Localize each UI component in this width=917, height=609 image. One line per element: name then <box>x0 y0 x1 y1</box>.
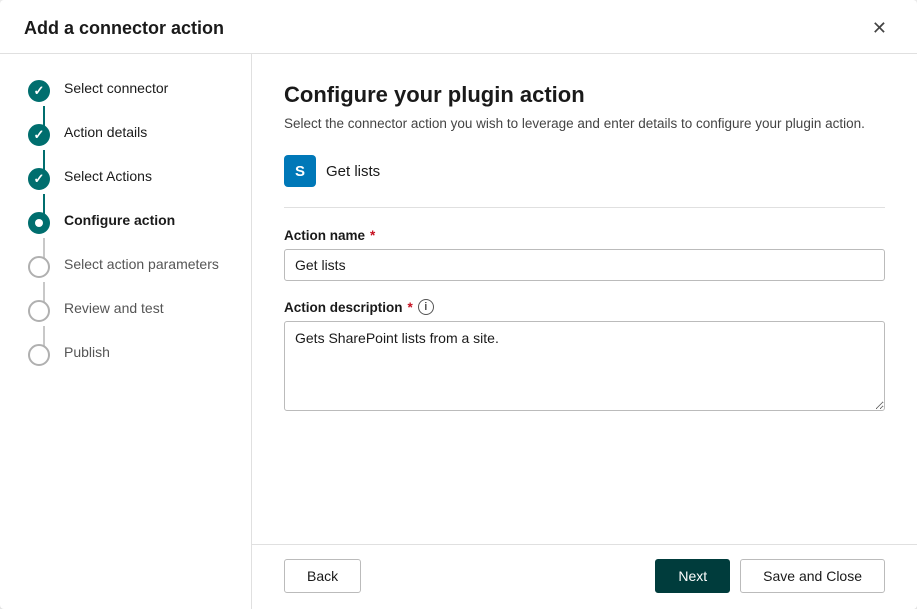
step-label-1: Select connector <box>64 78 168 96</box>
sidebar-item-action-details[interactable]: ✓ Action details <box>0 122 251 166</box>
sidebar-item-select-connector[interactable]: ✓ Select connector <box>0 78 251 122</box>
action-name-group: Action name * <box>284 228 885 281</box>
dialog-header: Add a connector action ✕ <box>0 0 917 54</box>
back-button[interactable]: Back <box>284 559 361 593</box>
sidebar-item-review-and-test[interactable]: Review and test <box>0 298 251 342</box>
divider <box>284 207 885 208</box>
main-content: Configure your plugin action Select the … <box>252 54 917 609</box>
dialog-footer: Back Next Save and Close <box>252 544 917 609</box>
sidebar-item-configure-action[interactable]: Configure action <box>0 210 251 254</box>
step-circle-2: ✓ <box>28 124 50 146</box>
step-circle-5 <box>28 256 50 278</box>
footer-left: Back <box>284 559 361 593</box>
step-label-3: Select Actions <box>64 166 152 184</box>
next-button[interactable]: Next <box>655 559 730 593</box>
footer-right: Next Save and Close <box>655 559 885 593</box>
dialog-title: Add a connector action <box>24 18 224 39</box>
close-icon: ✕ <box>872 18 887 38</box>
dialog-body: ✓ Select connector ✓ Action details ✓ Se… <box>0 54 917 609</box>
step-circle-6 <box>28 300 50 322</box>
action-description-label: Action description * i <box>284 299 885 315</box>
step-label-5: Select action parameters <box>64 254 219 272</box>
action-badge: S Get lists <box>284 155 380 187</box>
action-name-required: * <box>370 228 375 243</box>
step-circle-3: ✓ <box>28 168 50 190</box>
content-title: Configure your plugin action <box>284 82 885 108</box>
step-label-2: Action details <box>64 122 147 140</box>
save-close-button[interactable]: Save and Close <box>740 559 885 593</box>
sidebar-item-select-action-parameters[interactable]: Select action parameters <box>0 254 251 298</box>
action-description-group: Action description * i Gets SharePoint l… <box>284 299 885 416</box>
action-display-name: Get lists <box>326 163 380 180</box>
action-description-required: * <box>408 300 413 315</box>
step-circle-1: ✓ <box>28 80 50 102</box>
close-button[interactable]: ✕ <box>866 16 893 41</box>
step-label-6: Review and test <box>64 298 164 316</box>
action-description-textarea[interactable]: Gets SharePoint lists from a site. <box>284 321 885 411</box>
info-icon: i <box>418 299 434 315</box>
dialog: Add a connector action ✕ ✓ Select connec… <box>0 0 917 609</box>
sidebar: ✓ Select connector ✓ Action details ✓ Se… <box>0 54 252 609</box>
sidebar-item-select-actions[interactable]: ✓ Select Actions <box>0 166 251 210</box>
dot-icon-4 <box>35 219 43 227</box>
check-icon-1: ✓ <box>34 83 45 99</box>
content-description: Select the connector action you wish to … <box>284 116 885 131</box>
check-icon-2: ✓ <box>34 127 45 143</box>
step-circle-4 <box>28 212 50 234</box>
sidebar-item-publish[interactable]: Publish <box>0 342 251 386</box>
step-circle-7 <box>28 344 50 366</box>
step-label-4: Configure action <box>64 210 175 228</box>
action-icon: S <box>284 155 316 187</box>
action-name-label: Action name * <box>284 228 885 243</box>
action-name-input[interactable] <box>284 249 885 281</box>
content-area: Configure your plugin action Select the … <box>252 54 917 544</box>
check-icon-3: ✓ <box>34 171 45 187</box>
step-label-7: Publish <box>64 342 110 360</box>
